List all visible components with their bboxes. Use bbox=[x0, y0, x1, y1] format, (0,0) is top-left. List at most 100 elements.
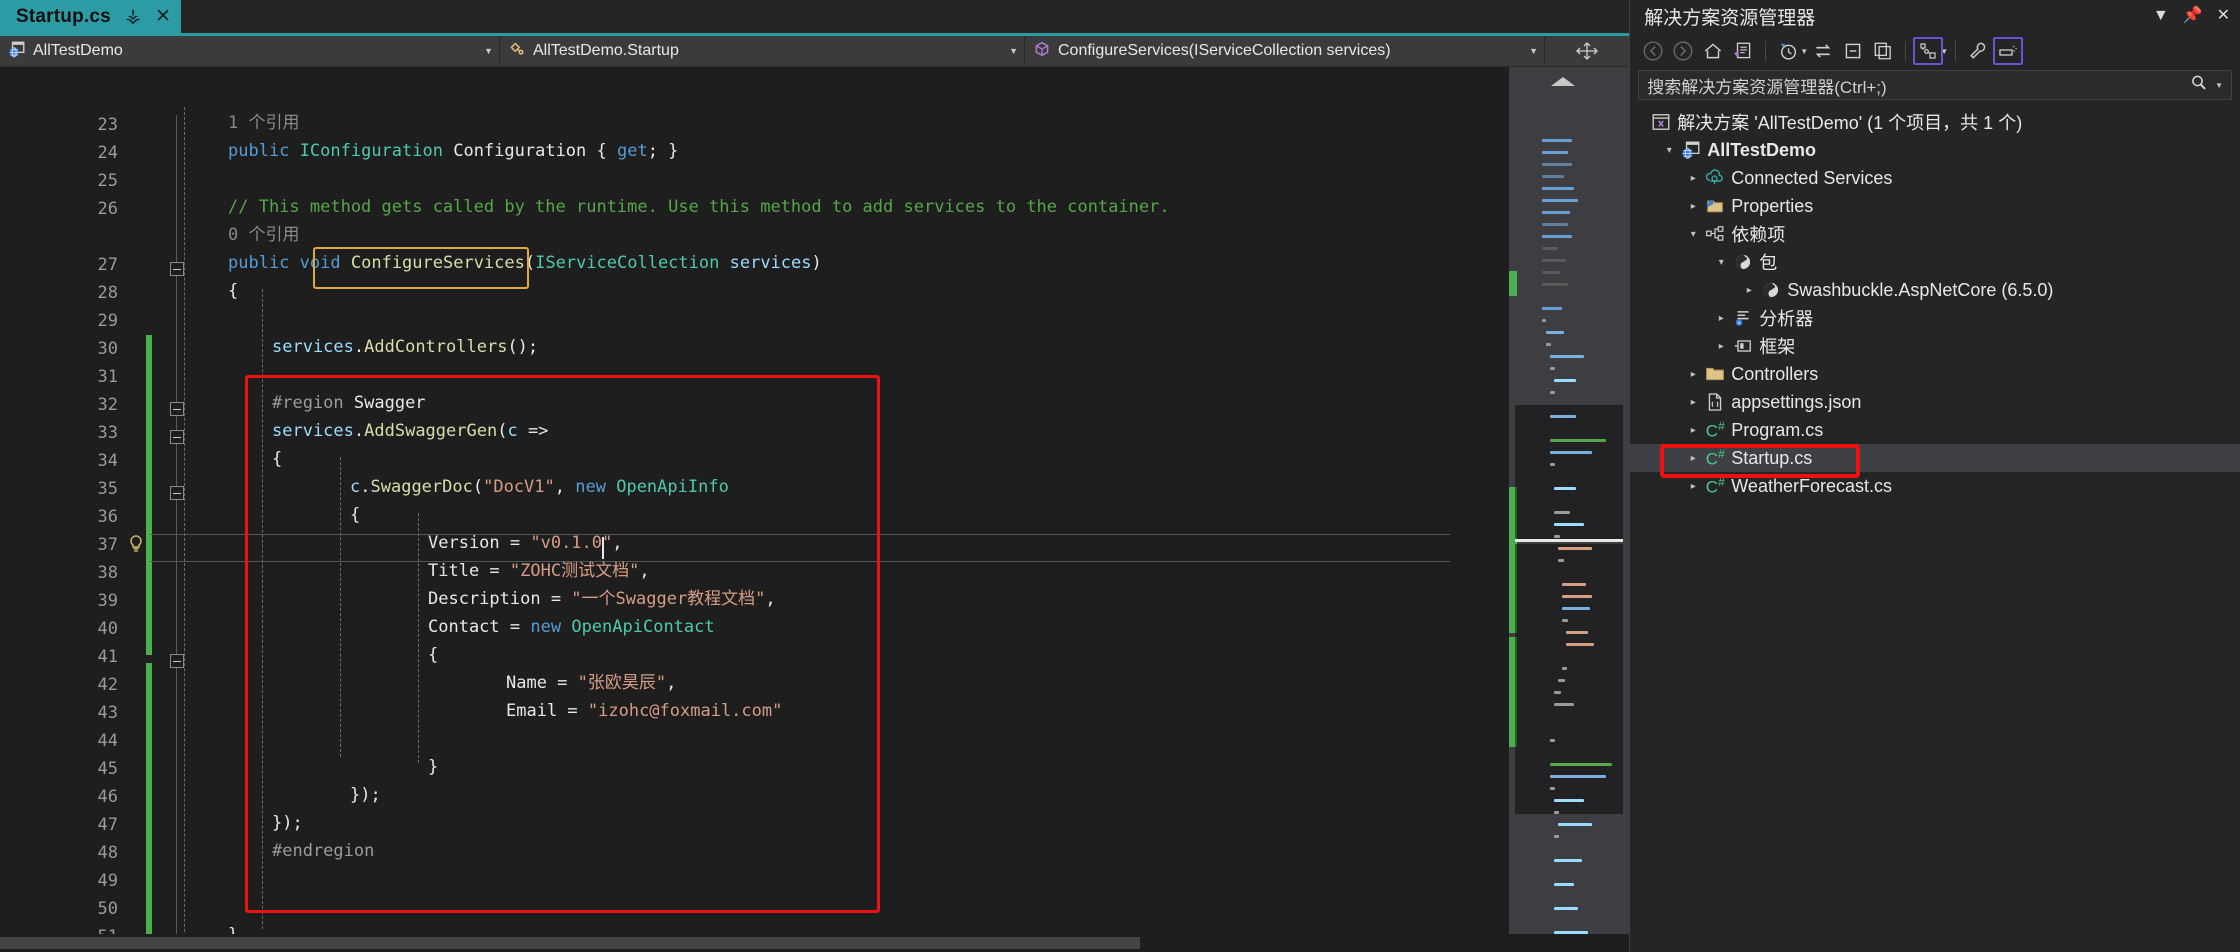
tab-strip-empty bbox=[181, 0, 1630, 36]
back-icon[interactable] bbox=[1638, 37, 1668, 65]
expander-open-icon[interactable]: ▾ bbox=[1684, 229, 1702, 240]
editor-tab-strip: Startup.cs ⚶ ✕ bbox=[0, 0, 1630, 36]
solution-explorer-header: 解决方案资源管理器 ▼ 📌 ✕ bbox=[1630, 0, 2240, 32]
chevron-down-icon[interactable]: ▼ bbox=[2153, 8, 2169, 24]
navbar-project-dropdown[interactable]: AllTestDemo ▼ bbox=[0, 36, 500, 66]
code-text-area[interactable]: 1 个引用 public IConfiguration Configuratio… bbox=[150, 67, 1630, 934]
tree-item-controllers[interactable]: ▸ Controllers bbox=[1630, 360, 2240, 388]
editor-hscroll-thumb[interactable] bbox=[0, 937, 1140, 949]
expander-closed-icon[interactable]: ▸ bbox=[1684, 453, 1702, 464]
tree-item-label: Program.cs bbox=[1731, 419, 1824, 440]
pin-icon[interactable]: ⚶ bbox=[125, 6, 141, 27]
class-icon bbox=[508, 40, 526, 63]
editor-gutter: 24 25 26 27 28 29 30 31 32 33 34 35 36 3… bbox=[0, 67, 184, 934]
close-icon[interactable]: ✕ bbox=[2217, 8, 2230, 24]
tab-title: Startup.cs bbox=[16, 5, 111, 27]
tree-item-label: WeatherForecast.cs bbox=[1731, 475, 1892, 496]
expander-closed-icon[interactable]: ▸ bbox=[1684, 481, 1702, 492]
close-icon[interactable]: ✕ bbox=[155, 7, 171, 26]
tree-item-alltestdemo[interactable]: ▾ AllTestDemo bbox=[1630, 136, 2240, 164]
tree-item-swashbuckle[interactable]: ▸ Swashbuckle.AspNetCore (6.5.0) bbox=[1630, 276, 2240, 304]
expander-closed-icon[interactable]: ▸ bbox=[1684, 369, 1702, 380]
tree-item-appsettings-json[interactable]: ▸ appsettings.json bbox=[1630, 388, 2240, 416]
tree-item-analyzers[interactable]: ▸ 分析器 bbox=[1630, 304, 2240, 332]
view-switch-icon[interactable] bbox=[1913, 37, 1944, 65]
expander-closed-icon[interactable]: ▸ bbox=[1684, 201, 1702, 212]
navbar-type-label: AllTestDemo.Startup bbox=[533, 42, 679, 59]
method-icon bbox=[1033, 40, 1051, 63]
visual-studio-window: Startup.cs ⚶ ✕ AllTestDemo ▼ AllTestDemo… bbox=[0, 0, 2240, 952]
editor-horizontal-scrollbar[interactable] bbox=[0, 934, 1630, 952]
tree-item-frameworks[interactable]: ▸ 框架 bbox=[1630, 332, 2240, 360]
collapse-all-icon[interactable] bbox=[1838, 37, 1868, 65]
minimap-viewport[interactable] bbox=[1515, 405, 1624, 540]
package-icon bbox=[1730, 252, 1756, 272]
solution-tree[interactable]: 解决方案 'AllTestDemo' (1 个项目，共 1 个) ▾ AllTe… bbox=[1630, 104, 2240, 952]
show-all-files-icon[interactable] bbox=[1868, 37, 1898, 65]
tree-item-packages[interactable]: ▾ 包 bbox=[1630, 248, 2240, 276]
tree-item-connected-services[interactable]: ▸ Connected Services bbox=[1630, 164, 2240, 192]
preview-selected-icon[interactable] bbox=[1993, 37, 2024, 65]
search-placeholder: 搜索解决方案资源管理器(Ctrl+;) bbox=[1647, 77, 1887, 97]
tree-item-label: Connected Services bbox=[1731, 167, 1893, 188]
tree-item-label: appsettings.json bbox=[1731, 391, 1862, 412]
forward-icon[interactable] bbox=[1668, 37, 1698, 65]
pending-changes-icon[interactable] bbox=[1728, 37, 1758, 65]
dependencies-icon bbox=[1702, 224, 1728, 244]
properties-folder-icon bbox=[1702, 196, 1728, 216]
json-file-icon bbox=[1702, 392, 1728, 412]
navbar-type-dropdown[interactable]: AllTestDemo.Startup ▼ bbox=[500, 36, 1025, 66]
home-icon[interactable] bbox=[1698, 37, 1728, 65]
tree-item-label: 分析器 bbox=[1759, 309, 1814, 329]
pin-icon[interactable]: 📌 bbox=[2183, 8, 2203, 24]
tree-item-label: 依赖项 bbox=[1731, 225, 1786, 245]
expander-closed-icon[interactable]: ▸ bbox=[1712, 313, 1730, 324]
tree-item-dependencies[interactable]: ▾ 依赖项 bbox=[1630, 220, 2240, 248]
code-navigation-bar: AllTestDemo ▼ AllTestDemo.Startup ▼ Conf… bbox=[0, 36, 1630, 67]
analyzers-icon bbox=[1730, 308, 1756, 328]
search-icon[interactable] bbox=[2189, 73, 2209, 98]
minimap-cursor-line bbox=[1515, 539, 1624, 542]
tree-item-program-cs[interactable]: ▸ C# Program.cs bbox=[1630, 416, 2240, 444]
expander-closed-icon[interactable]: ▸ bbox=[1684, 425, 1702, 436]
chevron-down-icon[interactable]: ▼ bbox=[999, 46, 1018, 56]
sync-icon[interactable] bbox=[1808, 37, 1838, 65]
tab-startup-cs[interactable]: Startup.cs ⚶ ✕ bbox=[0, 0, 181, 36]
quick-actions-lightbulb-icon[interactable] bbox=[126, 534, 146, 554]
expander-open-icon[interactable]: ▾ bbox=[1660, 145, 1678, 156]
tree-item-weatherforecast-cs[interactable]: ▸ C# WeatherForecast.cs bbox=[1630, 472, 2240, 500]
split-window-button[interactable] bbox=[1545, 36, 1629, 66]
expander-closed-icon[interactable]: ▸ bbox=[1712, 341, 1730, 352]
history-icon[interactable] bbox=[1773, 37, 1803, 65]
chevron-down-icon[interactable]: ▼ bbox=[474, 46, 493, 56]
folder-icon bbox=[1702, 364, 1728, 384]
csharp-file-icon: C# bbox=[1705, 446, 1725, 469]
chevron-down-icon[interactable]: ▼ bbox=[2215, 81, 2223, 90]
expander-closed-icon[interactable]: ▸ bbox=[1684, 173, 1702, 184]
tree-item-solution[interactable]: 解决方案 'AllTestDemo' (1 个项目，共 1 个) bbox=[1630, 108, 2240, 136]
tree-item-label: Swashbuckle.AspNetCore (6.5.0) bbox=[1787, 279, 2054, 300]
navbar-project-label: AllTestDemo bbox=[33, 42, 123, 59]
tree-item-label: 解决方案 'AllTestDemo' (1 个项目，共 1 个) bbox=[1677, 113, 2023, 133]
expander-open-icon[interactable]: ▾ bbox=[1712, 257, 1730, 268]
split-window-icon bbox=[1576, 42, 1599, 60]
tree-item-label: Properties bbox=[1731, 195, 1814, 216]
tree-item-label: Controllers bbox=[1731, 363, 1819, 384]
search-input[interactable]: 搜索解决方案资源管理器(Ctrl+;) ▼ bbox=[1638, 70, 2232, 100]
editor-minimap[interactable] bbox=[1509, 67, 1630, 934]
minimap-scroll-up-icon[interactable] bbox=[1551, 77, 1576, 86]
expander-closed-icon[interactable]: ▸ bbox=[1740, 285, 1758, 296]
navbar-member-dropdown[interactable]: ConfigureServices(IServiceCollection ser… bbox=[1025, 36, 1545, 66]
chevron-down-icon[interactable]: ▼ bbox=[1519, 46, 1538, 56]
tree-item-label: AllTestDemo bbox=[1707, 139, 1816, 160]
tree-item-properties[interactable]: ▸ Properties bbox=[1630, 192, 2240, 220]
tree-item-label: Startup.cs bbox=[1731, 447, 1813, 468]
solution-explorer-panel: 解决方案资源管理器 ▼ 📌 ✕ ▼ ▼ 搜索解决方案资源管理器(Ctrl+;) … bbox=[1629, 0, 2240, 952]
properties-icon[interactable] bbox=[1963, 37, 1993, 65]
web-project-icon bbox=[1678, 140, 1704, 160]
tree-item-startup-cs[interactable]: ▸ C# Startup.cs bbox=[1630, 444, 2240, 472]
code-editor-body[interactable]: 24 25 26 27 28 29 30 31 32 33 34 35 36 3… bbox=[0, 67, 1630, 934]
csharp-file-icon: C# bbox=[1705, 474, 1725, 497]
expander-closed-icon[interactable]: ▸ bbox=[1684, 397, 1702, 408]
solution-explorer-toolbar: ▼ ▼ bbox=[1630, 32, 2240, 70]
